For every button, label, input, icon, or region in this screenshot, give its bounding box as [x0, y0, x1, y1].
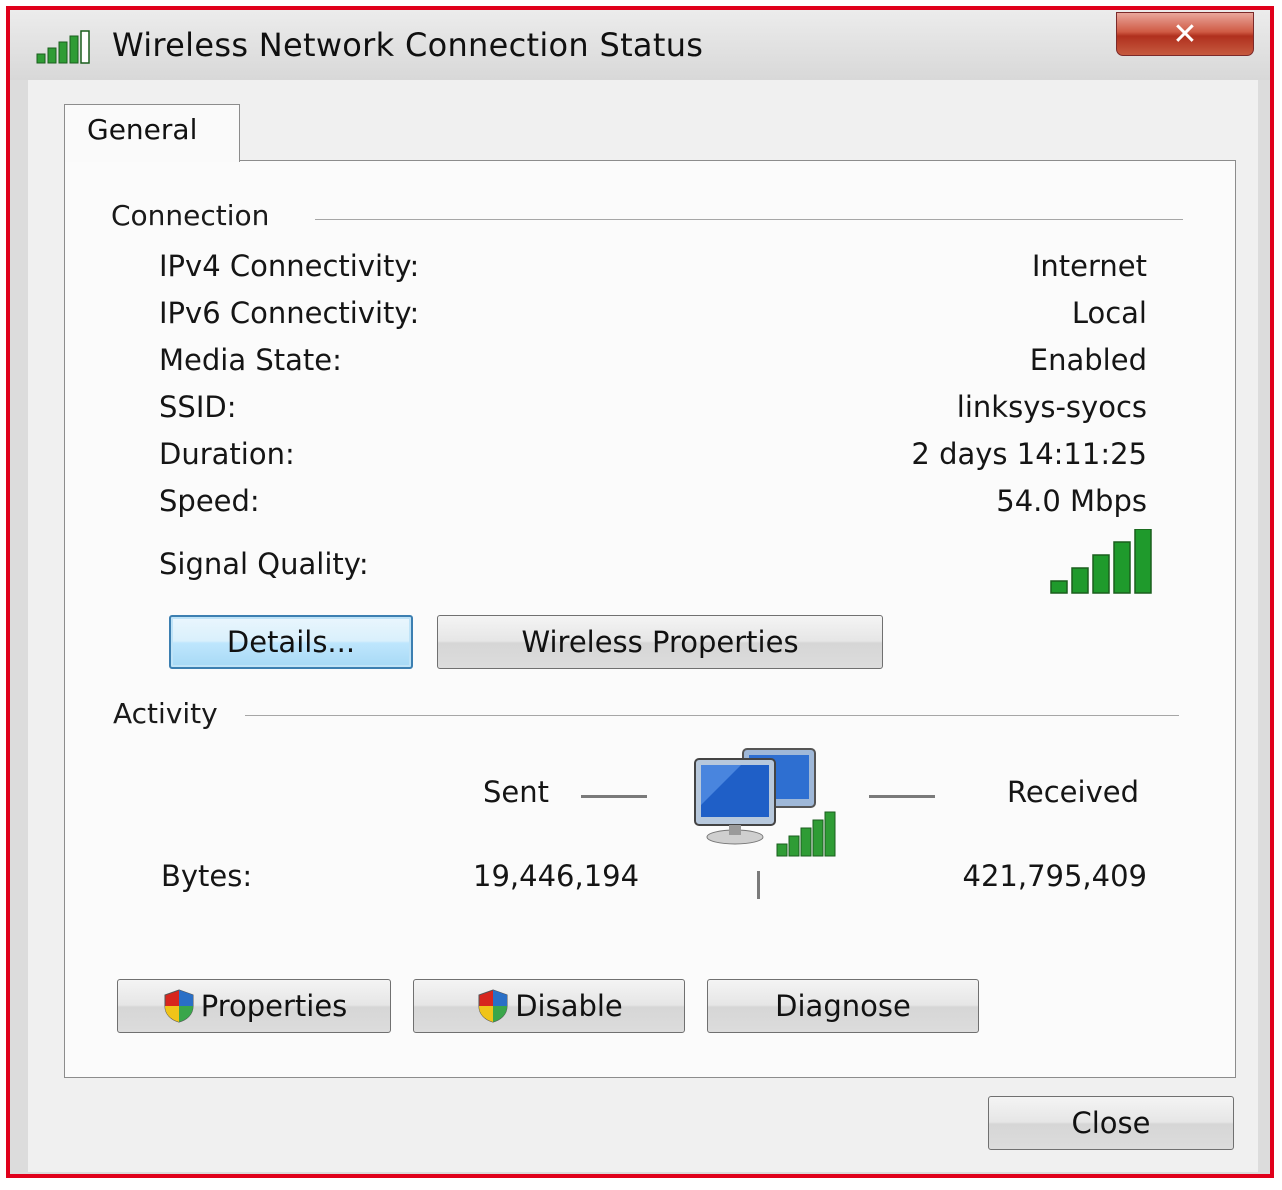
- close-icon: ✕: [1172, 16, 1198, 52]
- uac-shield-icon: [164, 989, 194, 1023]
- bytes-label: Bytes:: [161, 859, 253, 893]
- window-title: Wireless Network Connection Status: [112, 26, 704, 64]
- ssid-label: SSID:: [159, 390, 237, 424]
- general-tab-panel: Connection IPv4 Connectivity: Internet I…: [64, 160, 1236, 1078]
- tab-general[interactable]: General: [64, 104, 240, 162]
- sent-label: Sent: [483, 775, 550, 809]
- activity-section-title: Activity: [113, 697, 232, 730]
- disable-button-label: Disable: [515, 989, 623, 1023]
- signal-strength-icon: [1050, 529, 1152, 594]
- ssid-value: linksys-syocs: [956, 390, 1147, 424]
- properties-button[interactable]: Properties: [117, 979, 391, 1033]
- speed-label: Speed:: [159, 484, 260, 518]
- bytes-received-value: 421,795,409: [962, 859, 1148, 893]
- close-button[interactable]: Close: [988, 1096, 1234, 1150]
- ipv4-value: Internet: [1031, 249, 1147, 283]
- activity-divider: [245, 715, 1179, 716]
- received-line: [869, 795, 935, 798]
- title-bar[interactable]: Wireless Network Connection Status ✕: [10, 10, 1270, 80]
- uac-shield-icon: [478, 989, 508, 1023]
- signal-bar: [1071, 567, 1089, 594]
- wireless-signal-icon: [36, 30, 90, 64]
- ipv6-label: IPv6 Connectivity:: [159, 296, 420, 330]
- details-button[interactable]: Details...: [169, 615, 413, 669]
- signal-bar: [1134, 529, 1152, 594]
- activity-separator: [757, 871, 760, 899]
- connection-divider: [315, 219, 1183, 220]
- wireless-properties-button[interactable]: Wireless Properties: [437, 615, 883, 669]
- bytes-sent-value: 19,446,194: [473, 859, 640, 893]
- dialog-window: Wireless Network Connection Status ✕ Gen…: [6, 6, 1274, 1178]
- media-state-label: Media State:: [159, 343, 342, 377]
- connection-section-title: Connection: [111, 199, 284, 232]
- ipv6-value: Local: [1071, 296, 1147, 330]
- close-window-button[interactable]: ✕: [1116, 12, 1254, 56]
- signal-bar: [1092, 554, 1110, 594]
- duration-value: 2 days 14:11:25: [911, 437, 1147, 471]
- properties-button-label: Properties: [200, 989, 348, 1023]
- received-label: Received: [1007, 775, 1139, 809]
- disable-button[interactable]: Disable: [413, 979, 685, 1033]
- signal-quality-label: Signal Quality:: [159, 547, 369, 581]
- diagnose-button[interactable]: Diagnose: [707, 979, 979, 1033]
- duration-label: Duration:: [159, 437, 295, 471]
- network-computers-icon: [694, 748, 836, 857]
- media-state-value: Enabled: [1029, 343, 1147, 377]
- sent-line: [581, 795, 647, 798]
- speed-value: 54.0 Mbps: [996, 484, 1147, 518]
- signal-bar: [1113, 541, 1131, 594]
- ipv4-label: IPv4 Connectivity:: [159, 249, 420, 283]
- dialog-client-area: General Connection IPv4 Connectivity: In…: [28, 80, 1258, 1172]
- signal-bar: [1050, 580, 1068, 594]
